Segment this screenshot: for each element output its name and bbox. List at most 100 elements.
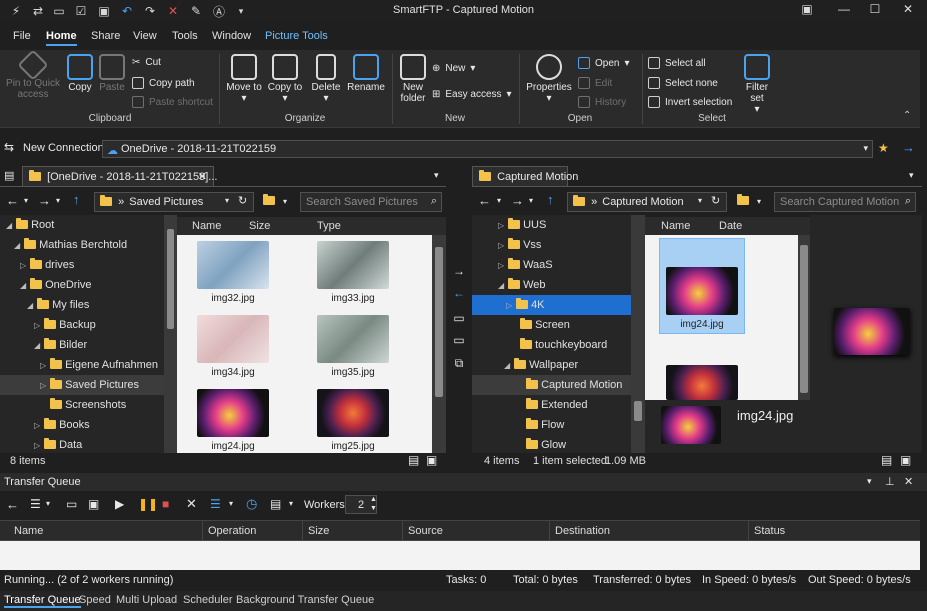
file-thumbnail[interactable] (197, 389, 269, 437)
select-all-button[interactable]: Select all (648, 57, 706, 69)
close-button[interactable]: ✕ (893, 2, 923, 20)
collapse-ribbon-icon[interactable]: ⌃ (903, 110, 911, 121)
column-operation[interactable]: Operation (208, 525, 256, 537)
new-item-button[interactable]: ⊕ New ▾ (432, 63, 475, 74)
tree-item[interactable]: ▷ UUS (472, 215, 631, 235)
pause-icon[interactable]: ❚❚ (138, 497, 158, 511)
cut-button[interactable]: ✂ Cut (132, 57, 161, 68)
panel-menu-icon[interactable]: ▤ (4, 169, 14, 182)
copy-button[interactable]: Copy (64, 54, 96, 93)
file-name[interactable]: img32.jpg (188, 293, 278, 304)
details-view-icon[interactable]: ▤ (881, 453, 892, 467)
file-thumbnail[interactable] (317, 389, 389, 437)
list-chevron-icon[interactable]: ▾ (229, 499, 233, 508)
tree-item[interactable]: Extended (472, 395, 631, 415)
new-connection-label[interactable]: New Connection (23, 142, 104, 154)
left-path-box[interactable]: » Saved Pictures ▾ ↻ (94, 192, 254, 212)
go-arrow-icon[interactable]: → (902, 140, 915, 155)
tree-item[interactable]: ◢ Mathias Berchtold (0, 235, 164, 255)
new-folder-icon[interactable] (737, 194, 749, 207)
list-icon[interactable]: ☰ (210, 497, 221, 511)
left-tree-scrollbar[interactable] (164, 215, 177, 453)
stop-icon[interactable]: ■ (162, 497, 169, 511)
tree-item[interactable]: ▷ Vss (472, 235, 631, 255)
file-thumbnail[interactable] (317, 315, 389, 363)
tree-item[interactable]: Flow (472, 415, 631, 435)
tree-item[interactable]: Screenshots (0, 395, 164, 415)
column-name[interactable]: Name (661, 220, 690, 232)
tab-picture-tools[interactable]: Picture Tools (265, 30, 328, 42)
tree-item[interactable]: Screen (472, 315, 631, 335)
swap-panes-icon[interactable]: ⧉ (451, 356, 467, 370)
tree-item[interactable]: ▷ Eigene Aufnahmen (0, 355, 164, 375)
connection-select[interactable]: ☁ OneDrive - 2018-11-21T022159 ▾ (102, 140, 873, 158)
forward-arrow-icon[interactable]: → (511, 193, 524, 208)
tree-item[interactable]: Glow (472, 435, 631, 453)
file-name[interactable]: img34.jpg (188, 367, 278, 378)
open-button[interactable]: Open ▾ (578, 57, 630, 69)
right-path-box[interactable]: » Captured Motion ▾ ↻ (567, 192, 727, 212)
forward-history-chevron-icon[interactable]: ▾ (529, 196, 533, 205)
tab-view[interactable]: View (133, 30, 157, 42)
maximize-button[interactable]: ☐ (860, 2, 890, 20)
transfer-right-arrow-icon[interactable]: → (451, 264, 467, 278)
details-view-icon[interactable]: ▤ (408, 453, 419, 467)
tree-item[interactable]: ◢ OneDrive (0, 275, 164, 295)
file-name[interactable]: img25.jpg (308, 441, 398, 453)
tab-window[interactable]: Window (212, 30, 251, 42)
history-button[interactable]: History (578, 96, 626, 108)
column-status[interactable]: Status (754, 525, 785, 537)
tree-item[interactable]: ▷ Data (0, 435, 164, 453)
transfer-left-arrow-icon[interactable]: ← (451, 286, 467, 300)
close-tab-icon[interactable]: ✕ (198, 170, 207, 183)
scrollbar-thumb[interactable] (435, 247, 443, 397)
file-thumbnail[interactable] (666, 365, 738, 400)
back-history-chevron-icon[interactable]: ▾ (497, 196, 501, 205)
column-date[interactable]: Date (719, 220, 742, 232)
tree-item-selected[interactable]: ▷ Saved Pictures (0, 375, 164, 395)
tab-list-chevron-icon[interactable]: ▾ (434, 170, 439, 181)
paste-shortcut-button[interactable]: Paste shortcut (132, 96, 213, 108)
copy-path-button[interactable]: Copy path (132, 77, 195, 89)
log-icon[interactable]: ▤ (270, 497, 281, 511)
minimize-button[interactable]: — (829, 2, 859, 20)
column-destination[interactable]: Destination (555, 525, 610, 537)
column-type[interactable]: Type (317, 220, 341, 232)
queue-menu-chevron-icon[interactable]: ▾ (46, 499, 50, 508)
forward-history-chevron-icon[interactable]: ▾ (56, 196, 60, 205)
up-arrow-icon[interactable]: ↑ (73, 192, 80, 207)
copy-to-button[interactable]: Copy to ▾ (267, 54, 303, 104)
left-search-input[interactable]: Search Saved Pictures ⌕ (300, 192, 442, 212)
folder-chevron-icon[interactable]: ▾ (757, 197, 761, 206)
paste-button[interactable]: Paste (97, 54, 127, 93)
thumbnail-view-icon[interactable]: ▣ (900, 453, 911, 467)
tree-item[interactable]: ◢ Bilder (0, 335, 164, 355)
file-thumbnail[interactable] (197, 315, 269, 363)
file-thumbnail[interactable] (317, 241, 389, 289)
easy-access-button[interactable]: ⊞ Easy access ▾ (432, 89, 512, 100)
back-history-chevron-icon[interactable]: ▾ (24, 196, 28, 205)
left-list-scrollbar[interactable] (432, 235, 446, 453)
back-arrow-icon[interactable]: ← (6, 193, 19, 208)
up-arrow-icon[interactable]: ↑ (547, 192, 554, 207)
thumbnail-view-icon[interactable]: ▣ (426, 453, 437, 467)
edit-button[interactable]: Edit (578, 77, 612, 89)
tree-item[interactable]: ▷ Backup (0, 315, 164, 335)
file-name[interactable]: img24.jpg (188, 441, 278, 453)
tree-item-current[interactable]: Captured Motion (472, 375, 631, 395)
clock-icon[interactable]: ◷ (246, 496, 257, 512)
new-folder-icon[interactable] (263, 194, 275, 207)
layout-icon[interactable]: ▣ (792, 2, 822, 20)
properties-button[interactable]: Properties ▾ (524, 54, 574, 104)
tree-item[interactable]: ▷ drives (0, 255, 164, 275)
tab-transfer-queue[interactable]: Transfer Queue (4, 594, 81, 608)
select-none-button[interactable]: Select none (648, 77, 718, 89)
tree-item[interactable]: ▷ Books (0, 415, 164, 435)
log-chevron-icon[interactable]: ▾ (289, 499, 293, 508)
column-name[interactable]: Name (192, 220, 221, 232)
tab-file[interactable]: File (13, 30, 31, 42)
compare-folders-icon[interactable]: ▭ (451, 311, 467, 325)
back-arrow-icon[interactable]: ← (478, 193, 491, 208)
tree-item[interactable]: ▷ WaaS (472, 255, 631, 275)
tab-speed[interactable]: Speed (79, 594, 111, 606)
